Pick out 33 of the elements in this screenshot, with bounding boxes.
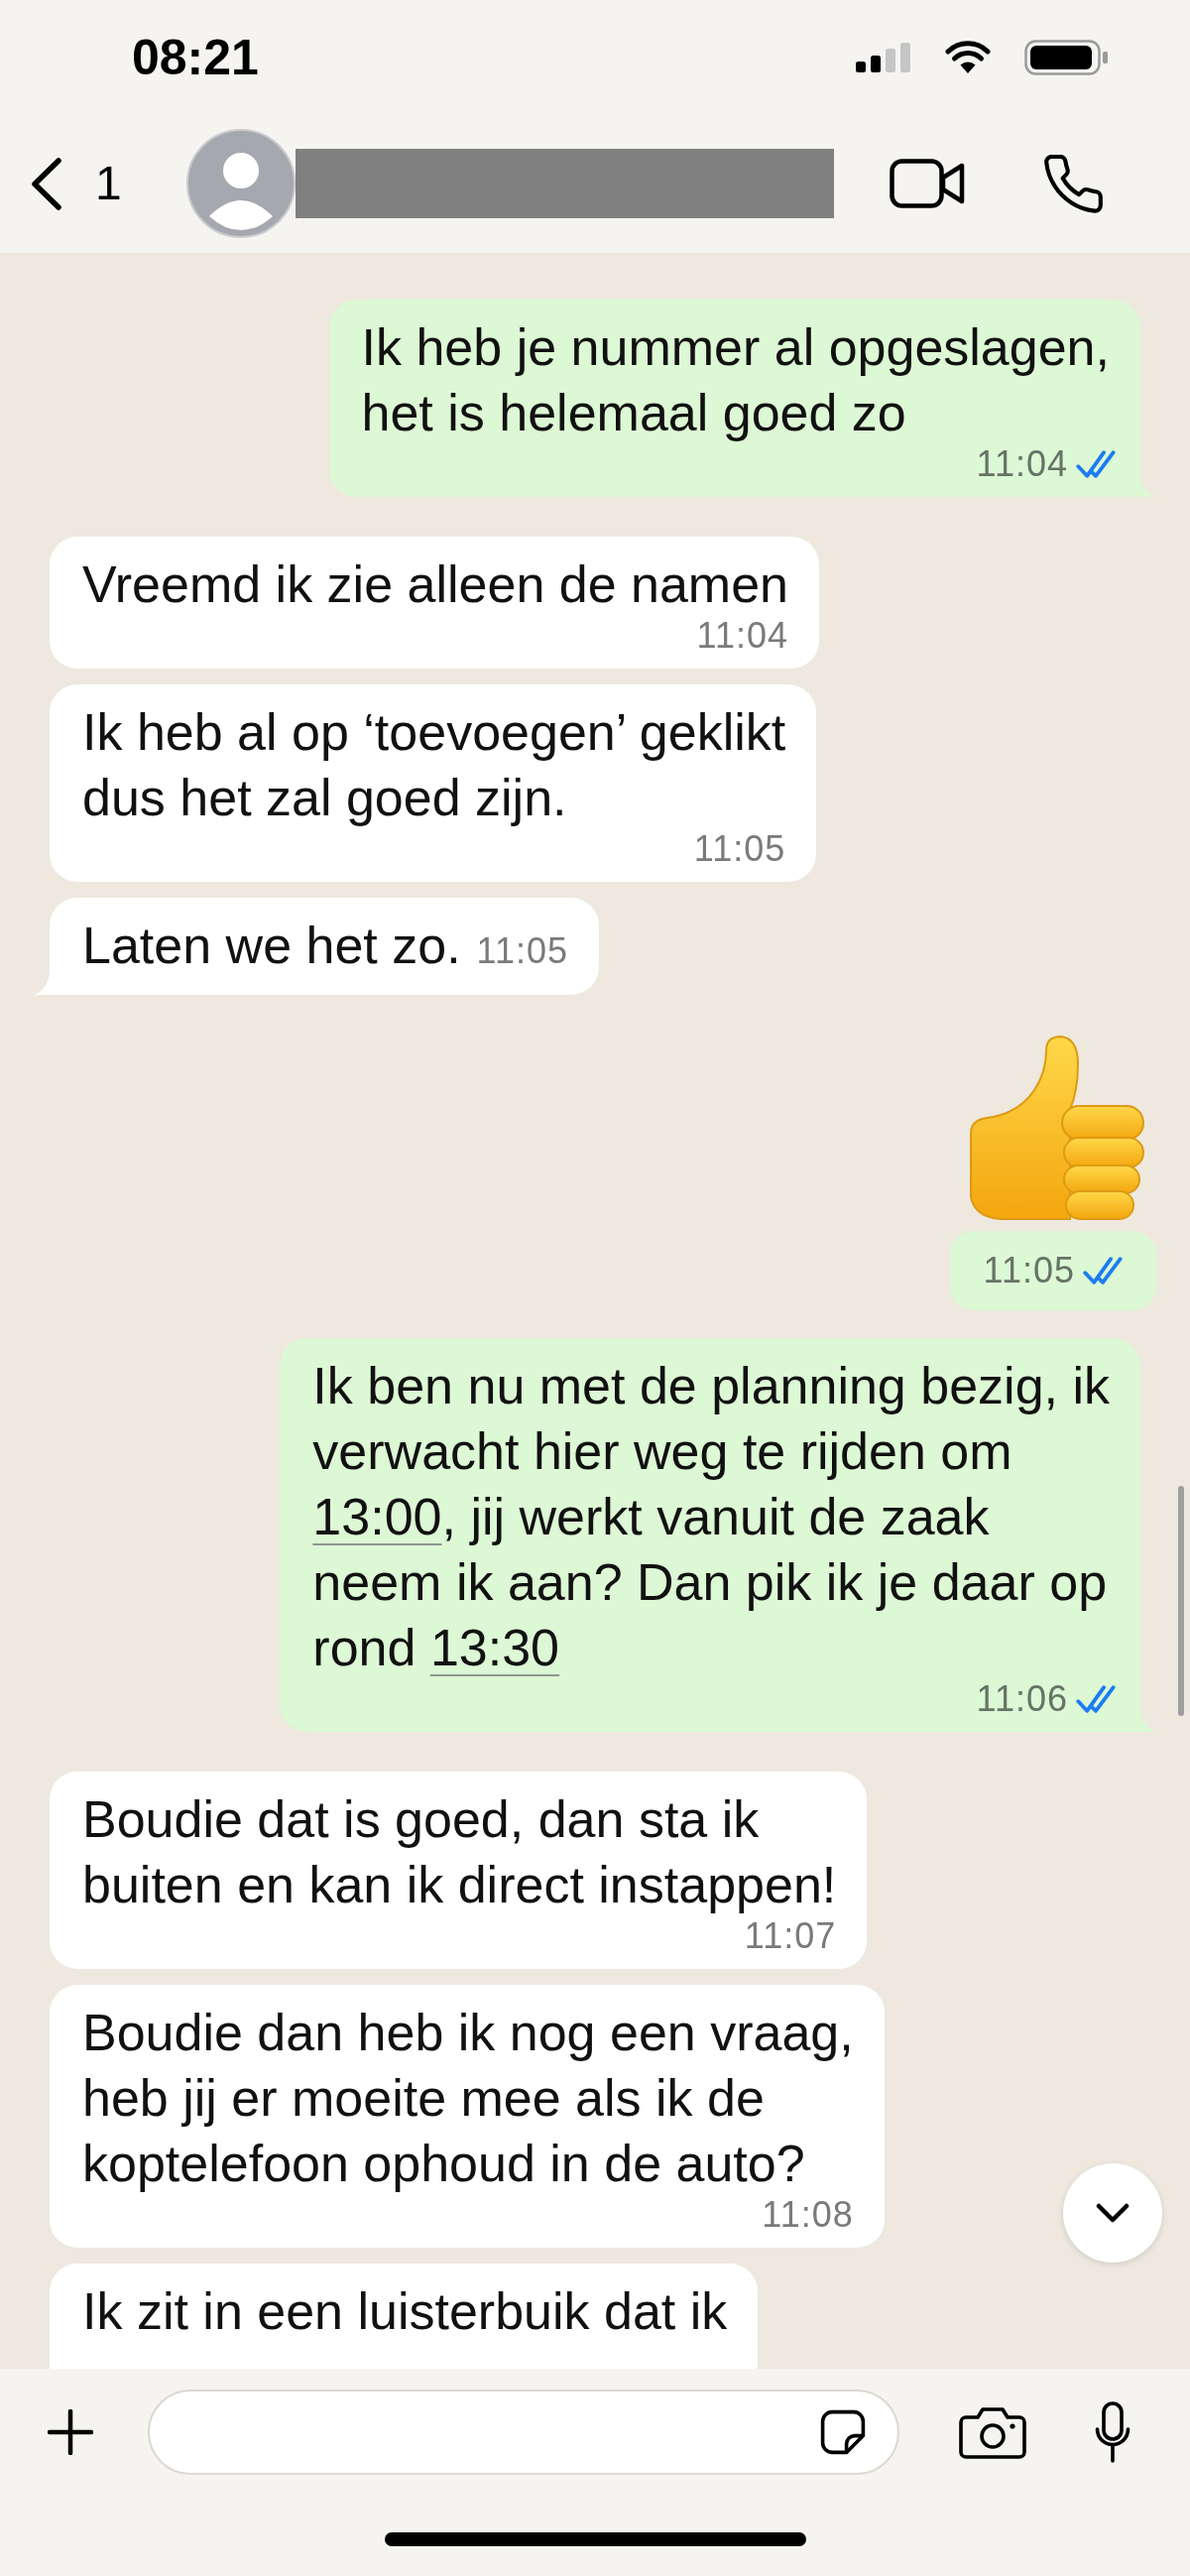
message-time: 11:05 [693,830,786,868]
message-text: Ik heb je nummer al opgeslagen, het is helemaal goed zo [361,317,1110,443]
camera-icon[interactable] [959,2405,1026,2459]
message-text: Vreemd ik zie alleen de namen [82,554,789,615]
thumbs-up-icon [967,1035,1145,1223]
sticker-icon[interactable] [819,2408,867,2456]
message-time: 11:08 [762,2196,854,2234]
message-time: 11:05 [476,932,569,970]
message-time: 11:05 [983,1252,1075,1289]
message-text: Ik zit in een luisterbuik dat ik [82,2281,728,2342]
back-button[interactable]: 1 [30,156,122,211]
scroll-down-button[interactable] [1063,2163,1162,2263]
video-camera-icon[interactable] [889,159,965,208]
chevron-down-icon [1096,2203,1130,2223]
message-time: 11:04 [976,445,1068,483]
message-text: Laten we het zo. [82,916,461,976]
wifi-icon [945,40,991,74]
message-time: 11:06 [976,1680,1068,1718]
battery-icon [1024,39,1108,75]
message-text: Ik heb al op ‘toevoegen’ geklikt dus het zal goed zijn. [82,702,786,828]
message-time: 11:07 [744,1917,837,1955]
status-time: 08:21 [132,28,259,86]
message-text: Boudie dan heb ik nog een vraag, heb jij er moeite mee als ik de koptelefoon ophoud in de auto? [82,2003,854,2194]
microphone-icon[interactable] [1095,2401,1130,2463]
message-text: Ik ben nu met de planning bezig, ik verwacht hier weg te rijden om 13:00, jij werkt vanuit de zaak neem ik aan? Dan pik ik je daar op rond 13:30 [312,1356,1110,1678]
plus-icon[interactable] [48,2409,93,2455]
phone-icon[interactable] [1043,154,1103,213]
time-link[interactable]: 13:30 [429,1619,560,1676]
message-text: Boudie dat is goed, dan sta ik buiten en kan ik direct instappen! [82,1789,837,1915]
message-time: 11:04 [696,617,789,655]
back-chevron-icon [30,157,62,210]
signal-icon [856,42,911,72]
time-link[interactable]: 13:00 [312,1488,442,1545]
